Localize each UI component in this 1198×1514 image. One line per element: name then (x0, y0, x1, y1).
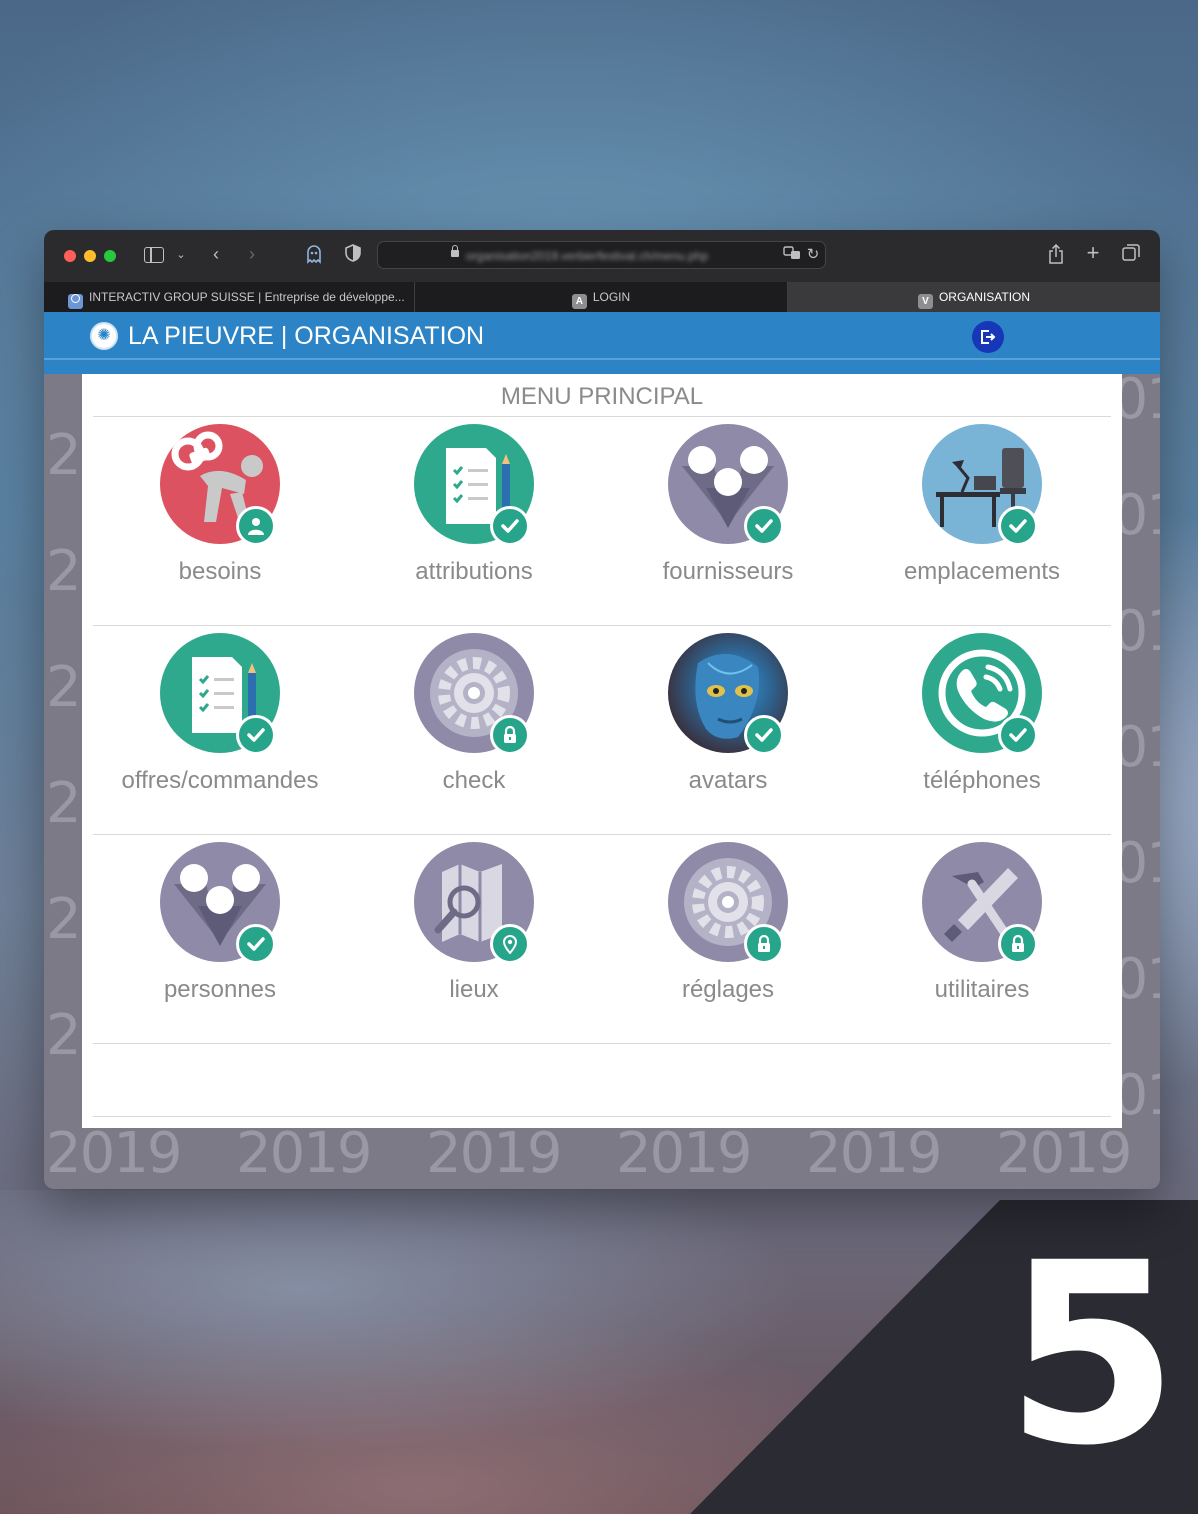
menu-title: MENU PRINCIPAL (500, 383, 704, 410)
check-icon (490, 506, 530, 546)
user-icon (236, 506, 276, 546)
slide-number: 5 (1005, 1209, 1179, 1500)
check-icon (236, 924, 276, 964)
menu-tile-emplacements[interactable]: emplacements (855, 418, 1109, 618)
zoom-window-button[interactable] (104, 250, 116, 262)
menu-tile-attributions[interactable]: attributions (347, 418, 601, 618)
lock-icon (451, 245, 459, 257)
favicon-icon: A (571, 294, 587, 309)
tile-label: téléphones (923, 767, 1041, 794)
menu-tile-utilitaires[interactable]: utilitaires (855, 836, 1109, 1036)
divider (93, 625, 1111, 626)
watermark-text: 2019 (1119, 718, 1160, 778)
divider (93, 834, 1111, 835)
watermark-text: 2019 (806, 1121, 943, 1186)
reload-icon[interactable]: ↻ (804, 245, 822, 265)
translate-icon[interactable] (782, 245, 802, 267)
menu-tile-personnes[interactable]: personnes (93, 836, 347, 1036)
check-icon (998, 506, 1038, 546)
tab-login[interactable]: A LOGIN (415, 282, 787, 312)
minimize-window-button[interactable] (84, 250, 96, 262)
menu-tile-offres-commandes[interactable]: offres/commandes (93, 627, 347, 827)
watermark-text: 2019 (1119, 834, 1160, 894)
tab-label: LOGIN (592, 290, 631, 304)
main-menu-panel: MENU PRINCIPAL besoins attributions four… (82, 374, 1122, 1128)
new-tab-icon[interactable]: + (1083, 242, 1103, 264)
tile-label: lieux (449, 976, 499, 1003)
check-icon (236, 715, 276, 755)
url-text: organisation2019.verbierfestival.ch/menu… (466, 249, 709, 263)
app-header: ✺ LA PIEUVRE | ORGANISATION (44, 312, 1160, 360)
sidebar-toggle-icon[interactable] (144, 247, 164, 263)
menu-tile-lieux[interactable]: lieux (347, 836, 601, 1036)
watermark-text: 2019 (1119, 370, 1160, 430)
menu-tile-avatars[interactable]: avatars (601, 627, 855, 827)
watermark-text: 2019 (426, 1121, 563, 1186)
check-icon (744, 506, 784, 546)
forward-icon[interactable]: › (243, 244, 261, 264)
tile-label: fournisseurs (662, 558, 794, 585)
menu-tile-check[interactable]: check (347, 627, 601, 827)
lock-icon (490, 715, 530, 755)
check-icon (998, 715, 1038, 755)
app-title: LA PIEUVRE | ORGANISATION (128, 322, 485, 350)
tile-label: besoins (178, 558, 262, 585)
logout-icon (981, 330, 996, 344)
logout-button[interactable] (972, 321, 1004, 353)
menu-tile-fournisseurs[interactable]: fournisseurs (601, 418, 855, 618)
browser-window: ⌄ ‹ › organisation2019.verbierfestival.c… (44, 230, 1160, 1189)
address-bar[interactable]: organisation2019.verbierfestival.ch/menu… (377, 241, 826, 269)
browser-toolbar: ⌄ ‹ › organisation2019.verbierfestival.c… (44, 230, 1160, 282)
favicon-icon: V (917, 294, 933, 309)
tab-label: INTERACTIV GROUP SUISSE | Entreprise de … (89, 290, 405, 304)
tile-label: avatars (688, 767, 768, 794)
header-strip (44, 360, 1160, 374)
lock-icon (744, 924, 784, 964)
tab-label: ORGANISATION (938, 290, 1031, 304)
back-icon[interactable]: ‹ (207, 244, 225, 264)
watermark-text: 2019 (1119, 1066, 1160, 1126)
watermark-text: 2019 (616, 1121, 753, 1186)
shield-icon[interactable] (343, 244, 363, 266)
location-pin-icon (490, 924, 530, 964)
tile-label: utilitaires (934, 976, 1030, 1003)
watermark-text: 2019 (1119, 950, 1160, 1010)
divider (93, 1043, 1111, 1044)
watermark-text: 2019 (1119, 486, 1160, 546)
share-icon[interactable] (1046, 243, 1066, 268)
tile-label: emplacements (903, 558, 1061, 585)
chevron-down-icon[interactable]: ⌄ (174, 245, 188, 265)
menu-tile-telephones[interactable]: téléphones (855, 627, 1109, 827)
tab-overview-icon[interactable] (1121, 244, 1141, 266)
tile-label: personnes (163, 976, 277, 1003)
favicon-icon (68, 294, 83, 309)
lock-icon (998, 924, 1038, 964)
tile-label: offres/commandes (121, 767, 319, 794)
watermark-text: 2019 (46, 1121, 183, 1186)
menu-tile-reglages[interactable]: réglages (601, 836, 855, 1036)
tile-label: check (442, 767, 506, 794)
close-window-button[interactable] (64, 250, 76, 262)
watermark-text: 2019 (1119, 602, 1160, 662)
tab-organisation[interactable]: V ORGANISATION (788, 282, 1160, 312)
tab-interactiv[interactable]: INTERACTIV GROUP SUISSE | Entreprise de … (44, 282, 414, 312)
tile-label: attributions (415, 558, 533, 585)
octopus-icon: ✺ (90, 322, 118, 350)
tab-bar: INTERACTIV GROUP SUISSE | Entreprise de … (44, 282, 1160, 312)
check-icon (744, 715, 784, 755)
divider (93, 416, 1111, 417)
divider (93, 1116, 1111, 1117)
menu-tile-besoins[interactable]: besoins (93, 418, 347, 618)
tile-label: réglages (681, 976, 775, 1003)
ghost-extension-icon[interactable] (303, 244, 325, 268)
watermark-text: 2019 (236, 1121, 373, 1186)
watermark-text: 2019 (996, 1121, 1133, 1186)
